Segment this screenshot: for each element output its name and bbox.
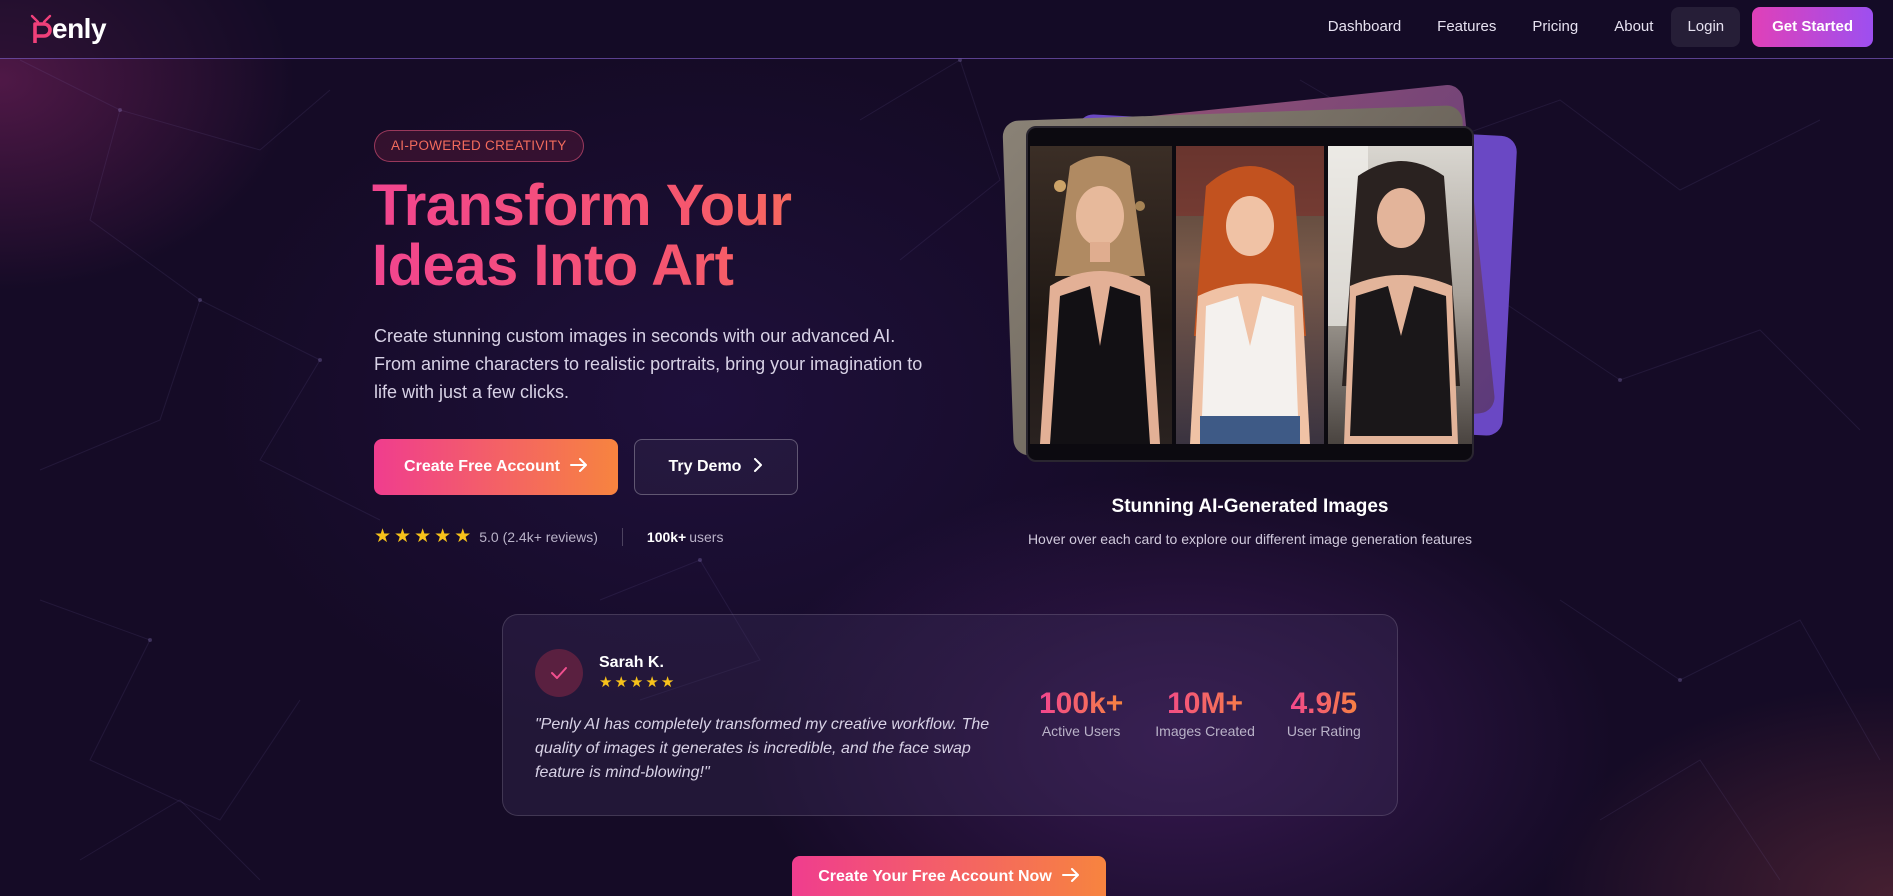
create-free-account-label: Create Free Account xyxy=(404,458,560,475)
login-button[interactable]: Login xyxy=(1671,7,1741,47)
arrow-right-icon xyxy=(569,457,588,477)
logo-p-icon xyxy=(28,12,56,44)
brand-logo[interactable]: enly xyxy=(28,10,107,46)
stat-active-users: 100k+ Active Users xyxy=(1039,687,1123,739)
chevron-right-icon xyxy=(753,457,763,477)
gallery-image-1[interactable] xyxy=(1030,146,1172,444)
testimonial-quote: "Penly AI has completely transformed my … xyxy=(535,716,990,781)
star-icon: ★ xyxy=(434,526,452,547)
gallery-title: Stunning AI-Generated Images xyxy=(1111,496,1389,517)
stat-label: Active Users xyxy=(1041,723,1121,739)
stat-value: 10M+ xyxy=(1155,687,1255,721)
rating-stars: ★ ★ ★ ★ ★ xyxy=(374,527,471,547)
star-icon: ★ xyxy=(660,674,675,691)
stat-label: Images Created xyxy=(1155,723,1255,739)
rating-divider xyxy=(621,528,623,546)
get-started-button[interactable]: Get Started xyxy=(1752,7,1873,47)
users-label: users xyxy=(689,529,724,545)
nav-features[interactable]: Features xyxy=(1419,7,1514,47)
top-navbar: enly Dashboard Features Pricing About Lo… xyxy=(0,0,1893,59)
create-account-now-label: Create Your Free Account Now xyxy=(818,868,1052,885)
stat-label: User Rating xyxy=(1286,723,1361,739)
try-demo-label: Try Demo xyxy=(668,458,742,475)
star-icon: ★ xyxy=(414,526,432,547)
stat-images-created: 10M+ Images Created xyxy=(1155,687,1255,739)
star-icon: ★ xyxy=(374,526,392,547)
gallery-subtitle: Hover over each card to explore our diff… xyxy=(1027,531,1473,547)
star-icon: ★ xyxy=(454,526,472,547)
hero-description: Create stunning custom images in seconds… xyxy=(374,326,923,402)
hero-title: Transform Your Ideas Into Art xyxy=(372,176,892,296)
brand-name: enly xyxy=(52,13,107,44)
gallery-image-2[interactable] xyxy=(1176,146,1324,444)
nav-pricing[interactable]: Pricing xyxy=(1514,7,1596,47)
users-count: 100k+ xyxy=(646,529,687,545)
gallery-device-frame xyxy=(1026,126,1474,462)
star-icon: ★ xyxy=(599,674,613,691)
star-icon: ★ xyxy=(645,674,659,691)
star-icon: ★ xyxy=(629,674,644,691)
arrow-right-icon xyxy=(1061,867,1080,887)
image-gallery[interactable] xyxy=(990,83,1520,475)
nav-dashboard[interactable]: Dashboard xyxy=(1310,7,1419,47)
try-demo-button[interactable]: Try Demo xyxy=(634,439,798,495)
testimonial-author: Sarah K. xyxy=(599,654,664,671)
testimonial-card: Sarah K. ★ ★ ★ ★ ★ "Penly AI has complet… xyxy=(502,614,1398,816)
stat-value: 100k+ xyxy=(1039,687,1124,720)
nav-about[interactable]: About xyxy=(1596,7,1671,47)
create-account-now-button[interactable]: Create Your Free Account Now xyxy=(792,856,1106,896)
gallery-image-3[interactable] xyxy=(1328,146,1472,444)
create-free-account-button[interactable]: Create Free Account xyxy=(374,439,618,495)
testimonial-stars: ★ ★ ★ ★ ★ xyxy=(599,675,674,691)
hero-title-line1: Transform Your xyxy=(372,173,792,238)
stats-row: 100k+ Active Users 10M+ Images Created 4… xyxy=(1039,687,1361,739)
check-icon xyxy=(535,649,583,697)
stat-value: 4.9/5 xyxy=(1287,687,1361,721)
nav-links: Dashboard Features Pricing About Login G… xyxy=(1310,7,1873,47)
hero-title-line2: Ideas Into Art xyxy=(372,233,734,298)
star-icon: ★ xyxy=(614,674,628,691)
rating-text: 5.0 (2.4k+ reviews) xyxy=(479,529,598,545)
star-icon: ★ xyxy=(394,526,412,547)
hero-rating-row: ★ ★ ★ ★ ★ 5.0 (2.4k+ reviews) 100k+ user… xyxy=(374,526,723,548)
stat-user-rating: 4.9/5 User Rating xyxy=(1287,687,1361,739)
hero-badge: AI-POWERED CREATIVITY xyxy=(374,130,584,162)
